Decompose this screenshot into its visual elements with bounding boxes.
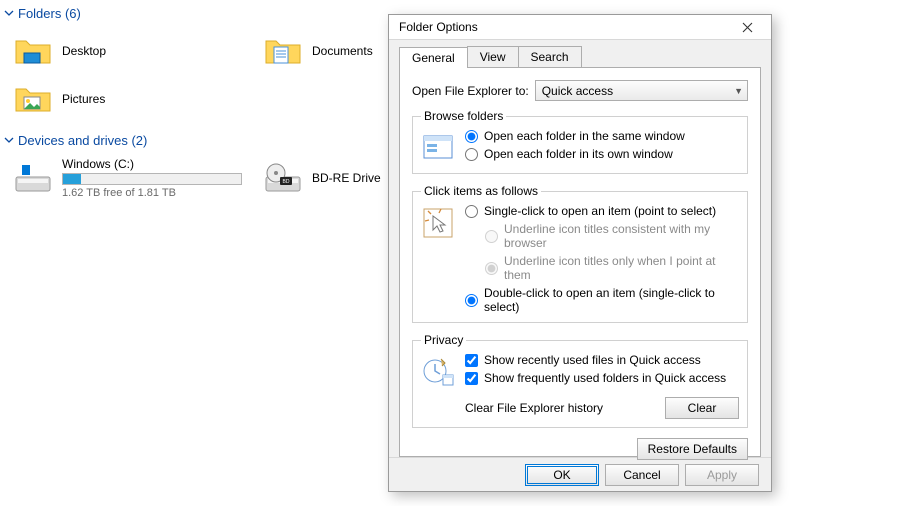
check-recent-files[interactable]: Show recently used files in Quick access [465, 353, 726, 367]
check-frequent-folders[interactable]: Show frequently used folders in Quick ac… [465, 371, 726, 385]
folder-label: Desktop [62, 44, 106, 58]
folder-pictures[interactable]: Pictures [10, 75, 260, 123]
cursor-click-icon [421, 206, 455, 240]
drive-c[interactable]: Windows (C:) 1.62 TB free of 1.81 TB [10, 154, 260, 202]
dialog-footer: OK Cancel Apply [389, 457, 771, 491]
tab-view[interactable]: View [467, 46, 519, 67]
click-items-legend: Click items as follows [421, 184, 541, 198]
open-explorer-to-select[interactable]: Quick access ▼ [535, 80, 748, 101]
ok-button[interactable]: OK [525, 464, 599, 486]
drive-capacity-bar [62, 173, 242, 185]
drive-free-label: 1.62 TB free of 1.81 TB [62, 187, 242, 199]
tab-search[interactable]: Search [518, 46, 582, 67]
check-label: Show recently used files in Quick access [484, 353, 701, 367]
browse-folders-legend: Browse folders [421, 109, 506, 123]
radio-double-click[interactable]: Double-click to open an item (single-cli… [465, 286, 739, 314]
radio-label: Open each folder in its own window [484, 147, 673, 161]
window-icon [421, 131, 455, 165]
radio-label: Underline icon titles only when I point … [504, 254, 739, 282]
chevron-down-icon: ▼ [734, 86, 743, 96]
folder-options-dialog: Folder Options General View Search Open … [388, 14, 772, 492]
radio-label: Double-click to open an item (single-cli… [484, 286, 739, 314]
restore-defaults-button[interactable]: Restore Defaults [637, 438, 748, 460]
check-label: Show frequently used folders in Quick ac… [484, 371, 726, 385]
radio-underline-point: Underline icon titles only when I point … [485, 254, 739, 282]
click-items-fieldset: Click items as follows Single-click to o… [412, 184, 748, 323]
folder-icon [264, 35, 302, 67]
radio-underline-browser: Underline icon titles consistent with my… [485, 222, 739, 250]
folder-label: Documents [312, 44, 373, 58]
drive-name: Windows (C:) [62, 157, 242, 171]
tab-panel-general: Open File Explorer to: Quick access ▼ Br… [399, 67, 761, 457]
clock-history-icon [421, 355, 455, 389]
privacy-fieldset: Privacy Show recently used files in Quic… [412, 333, 748, 428]
devices-header-label: Devices and drives (2) [18, 133, 147, 148]
radio-label: Open each folder in the same window [484, 129, 685, 143]
cancel-button[interactable]: Cancel [605, 464, 679, 486]
browse-folders-fieldset: Browse folders Open each folder in the s… [412, 109, 748, 174]
clear-history-label: Clear File Explorer history [465, 401, 603, 415]
radio-single-click[interactable]: Single-click to open an item (point to s… [465, 204, 739, 218]
radio-label: Single-click to open an item (point to s… [484, 204, 716, 218]
open-explorer-to-label: Open File Explorer to: [412, 84, 529, 98]
svg-text:BD: BD [283, 179, 290, 185]
tabs: General View Search [399, 46, 761, 67]
folder-icon [14, 83, 52, 115]
apply-button[interactable]: Apply [685, 464, 759, 486]
folder-label: Pictures [62, 92, 105, 106]
folders-header-label: Folders (6) [18, 6, 81, 21]
disk-drive-icon [14, 161, 52, 195]
optical-drive-icon: BD [264, 161, 302, 195]
chevron-down-icon [4, 6, 14, 21]
open-explorer-to-value: Quick access [542, 84, 613, 98]
privacy-legend: Privacy [421, 333, 466, 347]
dialog-title: Folder Options [399, 20, 478, 34]
folder-icon [14, 35, 52, 67]
radio-label: Underline icon titles consistent with my… [504, 222, 739, 250]
close-icon [742, 22, 753, 33]
dialog-titlebar[interactable]: Folder Options [389, 15, 771, 40]
drive-name: BD-RE Drive [312, 171, 381, 185]
close-button[interactable] [729, 15, 765, 39]
dialog-body: General View Search Open File Explorer t… [389, 40, 771, 457]
drive-info: Windows (C:) 1.62 TB free of 1.81 TB [62, 157, 242, 199]
tab-general[interactable]: General [399, 47, 468, 68]
radio-own-window[interactable]: Open each folder in its own window [465, 147, 685, 161]
radio-same-window[interactable]: Open each folder in the same window [465, 129, 685, 143]
clear-history-button[interactable]: Clear [665, 397, 739, 419]
chevron-down-icon [4, 133, 14, 148]
open-explorer-to-row: Open File Explorer to: Quick access ▼ [412, 80, 748, 101]
folder-desktop[interactable]: Desktop [10, 27, 260, 75]
